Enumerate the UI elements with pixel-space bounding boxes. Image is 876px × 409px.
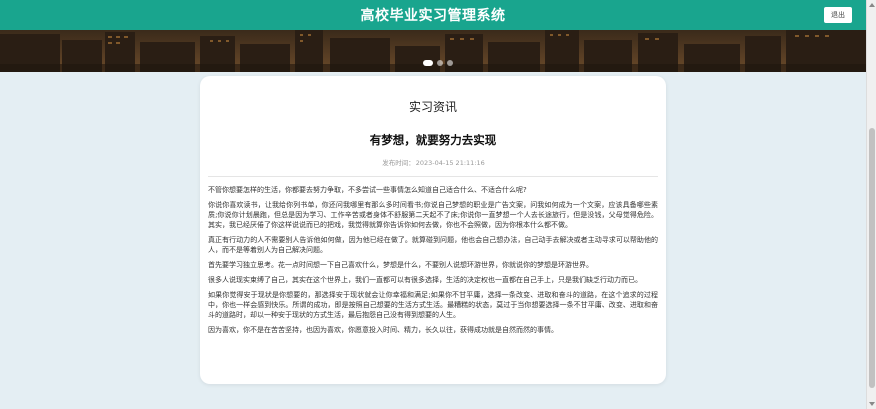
divider: [208, 176, 658, 177]
article-paragraph: 很多人说现实束缚了自己，其实在这个世界上，我们一直都可以有很多选择，生活的决定权…: [208, 276, 642, 284]
carousel-dot[interactable]: [437, 60, 443, 66]
scroll-down-arrow-icon[interactable]: [869, 402, 875, 406]
article-paragraph: 不管你想要怎样的生活，你都要去努力争取，不多尝试一些事情怎么知道自己适合什么、不…: [208, 186, 527, 194]
article-paragraph: 首先要学习独立思考。花一点时间想一下自己喜欢什么，梦想是什么，不要别人说想环游世…: [208, 261, 593, 269]
carousel-indicators: [0, 60, 876, 66]
app-title: 高校毕业实习管理系统: [360, 8, 506, 24]
carousel-dot-active[interactable]: [423, 60, 433, 66]
publish-time-value: 2023-04-15 21:11:16: [415, 159, 485, 167]
article-title: 有梦想，就要努力去实现: [369, 133, 497, 147]
article-paragraph: 因为喜欢，你不是在苦苦坚持，也因为喜欢，你愿意投入时间、精力，长久以往，获得成功…: [208, 326, 558, 334]
section-title: 实习资讯: [408, 100, 457, 114]
scroll-up-arrow-icon[interactable]: [869, 3, 875, 7]
carousel-dot[interactable]: [447, 60, 453, 66]
article-paragraph: 真正有行动力的人不需要别人告诉他如何做，因为他已经在做了。就算碰到问题，他也会自…: [208, 236, 658, 254]
scrollbar-thumb[interactable]: [869, 128, 875, 388]
article-content: 不管你想要怎样的生活，你都要去努力争取，不多尝试一些事情怎么知道自己适合什么、不…: [208, 185, 658, 335]
publish-time: 发布时间：2023-04-15 21:11:16: [208, 157, 658, 167]
article-paragraph: 你说你喜欢读书，让我给你列书单，你还问我哪里有那么多时间看书;你说自己梦想的职业…: [208, 201, 658, 229]
logout-button[interactable]: 退出: [824, 7, 852, 23]
news-detail-card: 实习资讯 有梦想，就要努力去实现 发布时间：2023-04-15 21:11:1…: [200, 76, 666, 384]
publish-time-label: 发布时间：: [382, 159, 415, 167]
top-navbar: 高校毕业实习管理系统 退出: [0, 0, 866, 30]
article-paragraph: 如果你觉得安于现状是你想要的，那选择安于现状就会让你幸福和满足;如果你不甘平庸，…: [208, 291, 658, 319]
